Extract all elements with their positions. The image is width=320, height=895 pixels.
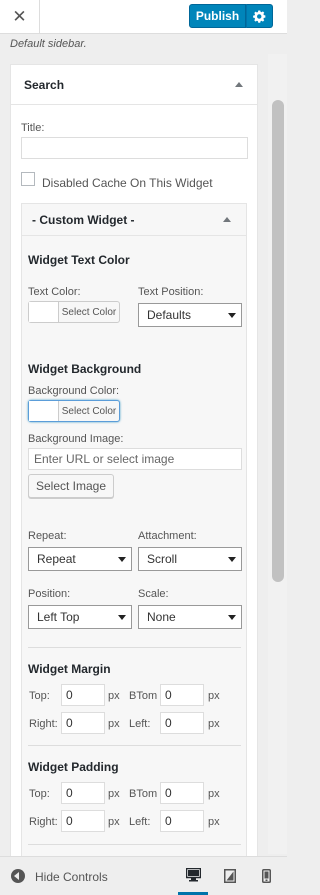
background-color-picker-button[interactable]: Select Color bbox=[28, 400, 120, 422]
text-position-select[interactable]: Defaults bbox=[138, 303, 242, 327]
tablet-preview-button[interactable] bbox=[215, 857, 245, 895]
close-button[interactable]: ✕ bbox=[0, 0, 40, 34]
unit-label: px bbox=[208, 816, 220, 828]
sidebar-description: Default sidebar. bbox=[10, 38, 87, 50]
chevron-down-icon bbox=[228, 313, 236, 318]
scale-select[interactable]: None bbox=[138, 605, 242, 629]
unit-label: px bbox=[108, 788, 120, 800]
padding-section-title: Widget Padding bbox=[28, 760, 119, 774]
mobile-icon bbox=[261, 869, 271, 883]
custom-widget-title: - Custom Widget - bbox=[32, 213, 135, 227]
background-section-title: Widget Background bbox=[28, 362, 142, 376]
padding-top-input[interactable]: 0 bbox=[61, 782, 105, 804]
margin-bottom-input[interactable]: 0 bbox=[160, 684, 204, 706]
hide-controls-label: Hide Controls bbox=[35, 870, 108, 884]
publish-button[interactable]: Publish bbox=[189, 4, 246, 28]
background-image-url-input[interactable]: Enter URL or select image bbox=[28, 448, 242, 470]
divider bbox=[28, 647, 241, 648]
unit-label: px bbox=[208, 788, 220, 800]
divider bbox=[28, 844, 241, 845]
chevron-down-icon bbox=[118, 557, 126, 562]
widget-header[interactable]: Search bbox=[11, 65, 257, 105]
repeat-select[interactable]: Repeat bbox=[28, 547, 132, 571]
attachment-label: Attachment: bbox=[138, 530, 197, 542]
padding-bottom-label: BTom bbox=[129, 788, 158, 800]
custom-widget-header[interactable]: - Custom Widget - bbox=[22, 204, 246, 236]
repeat-label: Repeat: bbox=[28, 530, 67, 542]
unit-label: px bbox=[108, 690, 120, 702]
margin-right-input[interactable]: 0 bbox=[61, 712, 105, 734]
repeat-value: Repeat bbox=[37, 552, 76, 566]
select-image-button[interactable]: Select Image bbox=[28, 474, 114, 498]
customizer-header: ✕ Publish bbox=[0, 0, 287, 34]
unit-label: px bbox=[208, 718, 220, 730]
text-color-label: Text Color: bbox=[28, 286, 81, 298]
collapse-arrow-icon[interactable] bbox=[235, 82, 243, 87]
scrollbar-thumb[interactable] bbox=[272, 100, 284, 582]
publish-settings-button[interactable] bbox=[246, 4, 273, 28]
customizer-footer: Hide Controls bbox=[0, 856, 287, 895]
margin-left-label: Left: bbox=[129, 718, 151, 730]
divider bbox=[28, 745, 241, 746]
widget-title: Search bbox=[24, 78, 65, 92]
padding-top-label: Top: bbox=[29, 788, 50, 800]
background-color-swatch bbox=[29, 401, 59, 421]
chevron-down-icon bbox=[118, 615, 126, 620]
margin-section-title: Widget Margin bbox=[28, 662, 111, 676]
margin-top-label: Top: bbox=[29, 690, 50, 702]
tablet-icon bbox=[224, 869, 236, 883]
disable-cache-label: Disabled Cache On This Widget bbox=[42, 176, 213, 190]
text-position-label: Text Position: bbox=[138, 286, 204, 298]
margin-left-input[interactable]: 0 bbox=[160, 712, 204, 734]
gear-icon bbox=[253, 10, 266, 23]
padding-right-label: Right: bbox=[29, 816, 58, 828]
disable-cache-checkbox[interactable] bbox=[21, 172, 35, 186]
custom-widget-collapse-icon[interactable] bbox=[223, 217, 231, 222]
mobile-preview-button[interactable] bbox=[251, 857, 281, 895]
padding-right-input[interactable]: 0 bbox=[61, 810, 105, 832]
text-position-value: Defaults bbox=[147, 308, 192, 322]
scale-label: Scale: bbox=[138, 588, 169, 600]
chevron-down-icon bbox=[228, 557, 236, 562]
position-value: Left Top bbox=[37, 610, 80, 624]
title-field-label: Title: bbox=[21, 122, 45, 134]
desktop-preview-button[interactable] bbox=[178, 857, 208, 895]
background-image-label: Background Image: bbox=[28, 433, 124, 445]
unit-label: px bbox=[108, 718, 120, 730]
text-color-picker-button[interactable]: Select Color bbox=[28, 301, 120, 323]
search-widget: Search Title: Disabled Cache On This Wid… bbox=[10, 64, 258, 873]
custom-widget-panel: - Custom Widget - Widget Text Color Text… bbox=[21, 203, 247, 873]
scale-value: None bbox=[147, 610, 176, 624]
margin-top-input[interactable]: 0 bbox=[61, 684, 105, 706]
title-input[interactable] bbox=[21, 137, 248, 159]
desktop-icon bbox=[185, 867, 201, 881]
padding-left-label: Left: bbox=[129, 816, 151, 828]
close-icon: ✕ bbox=[12, 7, 27, 26]
select-color-label: Select Color bbox=[61, 306, 117, 318]
text-color-section-title: Widget Text Color bbox=[28, 253, 130, 267]
select-color-label: Select Color bbox=[61, 405, 117, 417]
attachment-value: Scroll bbox=[147, 552, 178, 566]
padding-left-input[interactable]: 0 bbox=[160, 810, 204, 832]
background-color-label: Background Color: bbox=[28, 385, 120, 397]
padding-bottom-input[interactable]: 0 bbox=[160, 782, 204, 804]
chevron-down-icon bbox=[228, 615, 236, 620]
position-select[interactable]: Left Top bbox=[28, 605, 132, 629]
position-label: Position: bbox=[28, 588, 71, 600]
margin-bottom-label: BTom bbox=[129, 690, 158, 702]
unit-label: px bbox=[108, 816, 120, 828]
collapse-arrow-icon bbox=[11, 869, 25, 883]
margin-right-label: Right: bbox=[29, 718, 58, 730]
unit-label: px bbox=[208, 690, 220, 702]
text-color-swatch bbox=[29, 302, 59, 322]
attachment-select[interactable]: Scroll bbox=[138, 547, 242, 571]
